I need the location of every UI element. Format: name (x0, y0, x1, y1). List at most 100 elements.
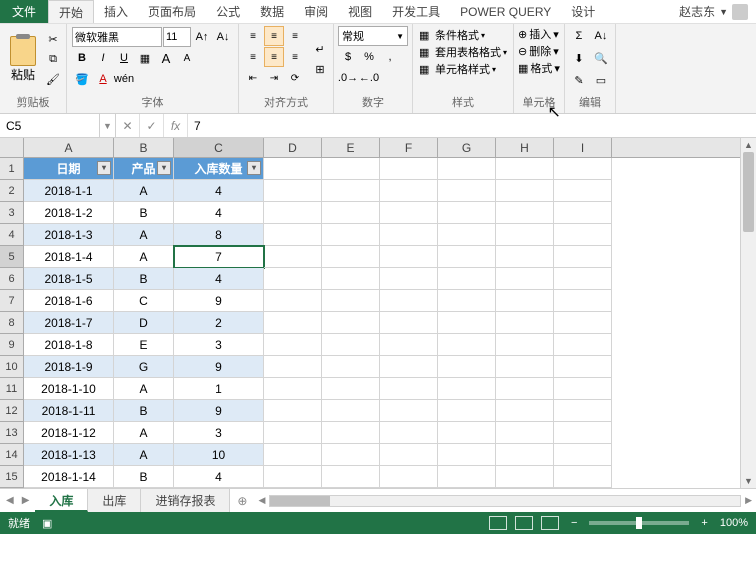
cell[interactable] (554, 180, 612, 202)
cell[interactable]: 2018-1-4 (24, 246, 114, 268)
format-painter-button[interactable]: 🖌 (44, 71, 62, 89)
currency-button[interactable]: $ (338, 47, 358, 67)
cell[interactable] (554, 378, 612, 400)
filter-icon[interactable]: ▾ (157, 161, 171, 175)
cell[interactable] (496, 246, 554, 268)
cell[interactable] (380, 180, 438, 202)
indent-dec-button[interactable]: ⇤ (243, 68, 263, 88)
cell[interactable]: 2018-1-2 (24, 202, 114, 224)
fill-color-button[interactable]: 🪣 (72, 69, 92, 89)
cell[interactable]: 2018-1-11 (24, 400, 114, 422)
cell[interactable] (264, 312, 322, 334)
cell[interactable]: 7 (174, 246, 264, 268)
cell[interactable] (264, 246, 322, 268)
delete-cells-button[interactable]: ⊖ 删除 ▾ (518, 43, 560, 59)
cell[interactable] (496, 268, 554, 290)
cell[interactable] (264, 290, 322, 312)
cell[interactable]: 2018-1-5 (24, 268, 114, 290)
tab-POWER QUERY[interactable]: POWER QUERY (450, 0, 561, 23)
align-right-button[interactable]: ≡ (285, 47, 305, 67)
cell[interactable] (554, 422, 612, 444)
tab-插入[interactable]: 插入 (94, 0, 138, 23)
cell-styles-button[interactable]: ▦单元格样式▾ (419, 61, 507, 77)
vertical-scrollbar[interactable]: ▲ ▼ (740, 138, 756, 488)
cell[interactable] (380, 444, 438, 466)
cell[interactable] (496, 444, 554, 466)
row-header-6[interactable]: 6 (0, 268, 24, 290)
cell[interactable]: 2018-1-12 (24, 422, 114, 444)
row-header-10[interactable]: 10 (0, 356, 24, 378)
hscroll-right[interactable]: ▶ (745, 495, 752, 506)
cell[interactable] (322, 180, 380, 202)
cell[interactable] (496, 158, 554, 180)
cell[interactable] (380, 400, 438, 422)
cell[interactable]: 产品▾ (114, 158, 174, 180)
col-header-A[interactable]: A (24, 138, 114, 157)
add-sheet-button[interactable]: ⊕ (230, 489, 254, 512)
cell[interactable] (322, 246, 380, 268)
cell[interactable]: B (114, 202, 174, 224)
row-header-7[interactable]: 7 (0, 290, 24, 312)
cell[interactable]: A (114, 422, 174, 444)
select-button[interactable]: ▭ (591, 70, 611, 90)
row-header-8[interactable]: 8 (0, 312, 24, 334)
cell[interactable] (322, 466, 380, 488)
cell[interactable] (438, 356, 496, 378)
cell[interactable]: B (114, 268, 174, 290)
page-break-view-button[interactable] (541, 516, 559, 530)
col-header-I[interactable]: I (554, 138, 612, 157)
col-header-B[interactable]: B (114, 138, 174, 157)
cell[interactable] (264, 202, 322, 224)
col-header-D[interactable]: D (264, 138, 322, 157)
cell[interactable] (554, 224, 612, 246)
clear-button[interactable]: ✎ (569, 70, 589, 90)
cell[interactable] (322, 268, 380, 290)
cell[interactable]: 日期▾ (24, 158, 114, 180)
cell[interactable] (554, 444, 612, 466)
tab-审阅[interactable]: 审阅 (294, 0, 338, 23)
cell[interactable] (554, 356, 612, 378)
cell[interactable]: A (114, 246, 174, 268)
cell[interactable] (438, 158, 496, 180)
cell[interactable] (322, 290, 380, 312)
cell[interactable] (438, 422, 496, 444)
cell[interactable]: 3 (174, 422, 264, 444)
cell[interactable] (496, 180, 554, 202)
cell[interactable] (264, 334, 322, 356)
cell[interactable]: 10 (174, 444, 264, 466)
table-format-button[interactable]: ▦套用表格格式▾ (419, 44, 507, 60)
phonetic-button[interactable]: wén (114, 69, 134, 89)
cell[interactable] (438, 202, 496, 224)
cell[interactable]: 2 (174, 312, 264, 334)
fx-button[interactable]: fx (164, 114, 188, 137)
scroll-up-icon[interactable]: ▲ (741, 138, 756, 152)
cell[interactable] (264, 224, 322, 246)
cell[interactable] (264, 444, 322, 466)
sheet-tab-进销存报表[interactable]: 进销存报表 (141, 489, 230, 512)
cell[interactable] (496, 290, 554, 312)
sheet-tab-出库[interactable]: 出库 (88, 489, 141, 512)
cell[interactable]: 2018-1-14 (24, 466, 114, 488)
inc-decimal-button[interactable]: .0→ (338, 68, 358, 88)
dec-decimal-button[interactable]: ←.0 (359, 68, 379, 88)
cell[interactable]: 4 (174, 268, 264, 290)
tab-公式[interactable]: 公式 (206, 0, 250, 23)
row-header-3[interactable]: 3 (0, 202, 24, 224)
tab-nav-next[interactable]: ▶ (22, 495, 30, 506)
cell[interactable]: 2018-1-6 (24, 290, 114, 312)
name-box[interactable]: C5 (0, 114, 100, 137)
sheet-tab-入库[interactable]: 入库 (35, 489, 88, 512)
cell[interactable] (438, 268, 496, 290)
cell[interactable] (380, 246, 438, 268)
name-box-dropdown[interactable]: ▼ (100, 114, 116, 137)
cell[interactable]: A (114, 180, 174, 202)
cell[interactable] (438, 246, 496, 268)
user-area[interactable]: 赵志东 ▼ (671, 0, 756, 23)
indent-inc-button[interactable]: ⇥ (264, 68, 284, 88)
cell[interactable] (380, 202, 438, 224)
cell[interactable]: 2018-1-3 (24, 224, 114, 246)
find-button[interactable]: 🔍 (591, 48, 611, 68)
cell[interactable]: 4 (174, 202, 264, 224)
macro-record-icon[interactable]: ▣ (42, 517, 52, 530)
row-header-1[interactable]: 1 (0, 158, 24, 180)
